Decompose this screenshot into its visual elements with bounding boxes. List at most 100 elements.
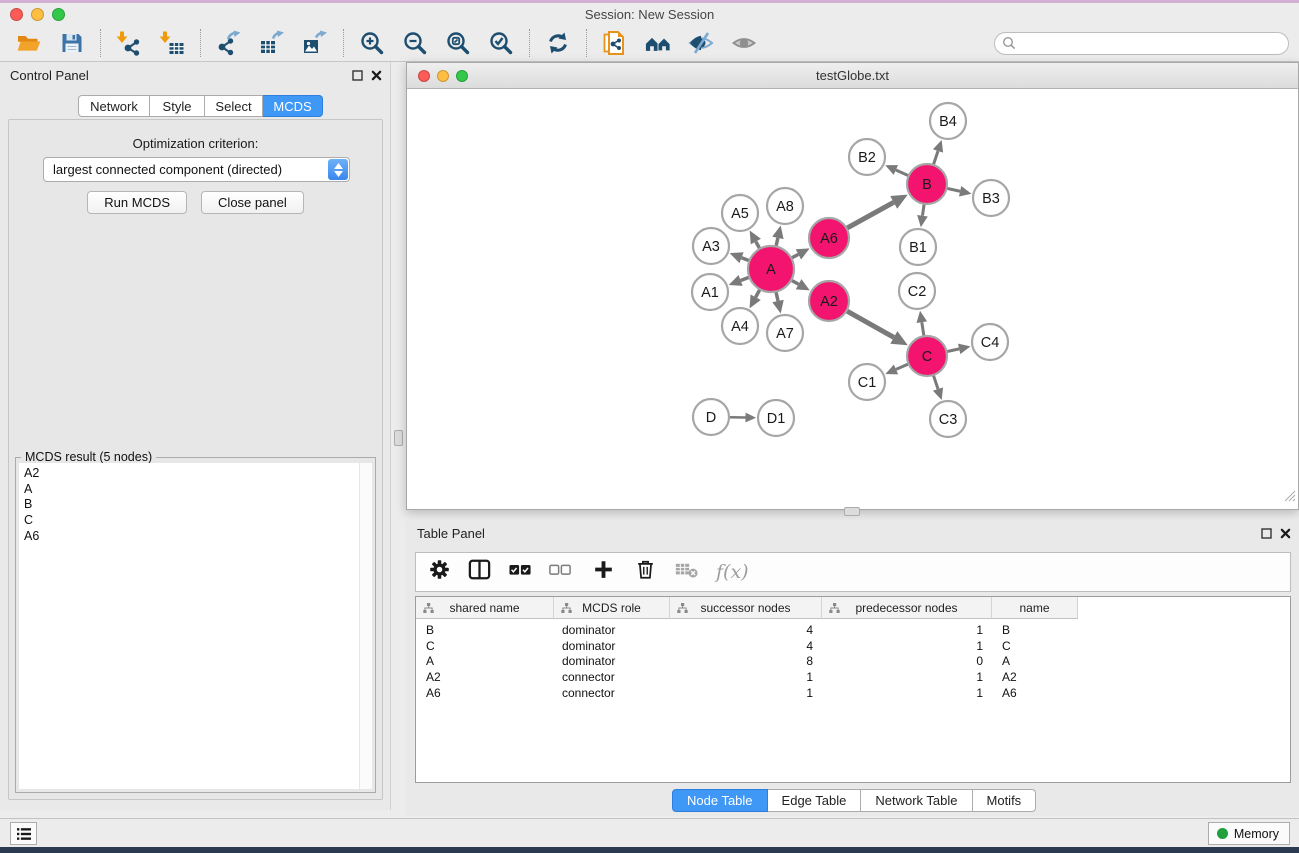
graph-node-A4[interactable]: A4 xyxy=(722,308,758,344)
run-mcds-button[interactable]: Run MCDS xyxy=(87,191,187,214)
export-image-icon[interactable] xyxy=(302,30,328,56)
graph-node-A7[interactable]: A7 xyxy=(767,315,803,351)
graph-node-B[interactable]: B xyxy=(907,164,947,204)
tab-node-table[interactable]: Node Table xyxy=(672,789,768,812)
graph-node-A8[interactable]: A8 xyxy=(767,188,803,224)
resize-grip-icon[interactable] xyxy=(1283,489,1296,507)
column-header-mcds-role[interactable]: MCDS role xyxy=(554,597,670,619)
graph-node-B3[interactable]: B3 xyxy=(973,180,1009,216)
table-settings-gear-icon[interactable] xyxy=(429,559,450,585)
dropdown-stepper-icon xyxy=(328,159,348,180)
optimization-criterion-dropdown[interactable]: largest connected component (directed) xyxy=(43,157,350,182)
zoom-selected-icon[interactable] xyxy=(488,30,514,56)
tab-motifs[interactable]: Motifs xyxy=(973,789,1037,812)
column-header-name[interactable]: name xyxy=(992,597,1078,619)
list-item[interactable]: A xyxy=(19,482,372,498)
tab-select[interactable]: Select xyxy=(205,95,263,117)
hide-selected-icon[interactable] xyxy=(688,30,714,56)
tab-network[interactable]: Network xyxy=(78,95,150,117)
close-panel-button[interactable]: Close panel xyxy=(201,191,304,214)
graph-node-A1[interactable]: A1 xyxy=(692,274,728,310)
graph-node-C4[interactable]: C4 xyxy=(972,324,1008,360)
vertical-splitter-grip[interactable] xyxy=(394,430,403,446)
toggle-graphics-details-icon[interactable] xyxy=(731,30,757,56)
graph-node-A2[interactable]: A2 xyxy=(809,281,849,321)
add-column-icon[interactable] xyxy=(593,559,614,585)
list-item[interactable]: A2 xyxy=(19,466,372,482)
status-bar: Memory xyxy=(0,818,1299,847)
graph-node-A5[interactable]: A5 xyxy=(722,195,758,231)
table-panel: Table Panel f(x) shared name MCDS role s… xyxy=(406,520,1299,816)
graph-node-A6[interactable]: A6 xyxy=(809,218,849,258)
table-row[interactable]: Cdominator41C xyxy=(416,639,1290,655)
search-input[interactable] xyxy=(994,32,1289,55)
column-header-shared-name[interactable]: shared name xyxy=(416,597,554,619)
graph-node-B1[interactable]: B1 xyxy=(900,229,936,265)
tab-network-table[interactable]: Network Table xyxy=(861,789,972,812)
tab-mcds[interactable]: MCDS xyxy=(263,95,323,117)
column-header-predecessor-nodes[interactable]: predecessor nodes xyxy=(822,597,992,619)
svg-text:A2: A2 xyxy=(820,294,838,310)
task-history-button[interactable] xyxy=(10,822,37,845)
export-network-icon[interactable] xyxy=(216,30,242,56)
list-item[interactable]: C xyxy=(19,513,372,529)
graph-node-D[interactable]: D xyxy=(693,399,729,435)
tab-edge-table[interactable]: Edge Table xyxy=(768,789,862,812)
float-table-panel-icon[interactable] xyxy=(1261,526,1272,544)
list-item[interactable]: A6 xyxy=(19,529,372,545)
graph-node-A[interactable]: A xyxy=(748,246,794,292)
open-session-icon[interactable] xyxy=(16,30,42,56)
close-panel-icon[interactable] xyxy=(371,68,382,86)
column-type-icon xyxy=(561,603,572,617)
mcds-result-title: MCDS result (5 nodes) xyxy=(21,450,156,464)
mcds-result-list[interactable]: A2 A B C A6 xyxy=(19,463,372,789)
deselect-all-icon[interactable] xyxy=(549,563,571,581)
float-panel-icon[interactable] xyxy=(352,68,363,86)
network-view-window: testGlobe.txt B4 B2 B B3 A5 A8A6 A3 A B1 A1 C2 A2 A4… xyxy=(406,62,1299,510)
show-all-networks-icon[interactable] xyxy=(645,30,671,56)
list-item[interactable]: B xyxy=(19,497,372,513)
svg-text:A1: A1 xyxy=(701,285,719,301)
memory-button[interactable]: Memory xyxy=(1208,822,1290,845)
show-columns-icon[interactable] xyxy=(468,559,491,585)
function-builder-icon[interactable]: f(x) xyxy=(716,561,749,583)
svg-text:A: A xyxy=(766,262,776,278)
network-window-titlebar: testGlobe.txt xyxy=(407,63,1298,89)
table-row[interactable]: A6connector11A6 xyxy=(416,686,1290,702)
import-network-icon[interactable] xyxy=(116,30,142,56)
graph-node-B2[interactable]: B2 xyxy=(849,139,885,175)
select-all-icon[interactable] xyxy=(509,563,531,581)
table-row[interactable]: A2connector11A2 xyxy=(416,670,1290,686)
network-canvas[interactable]: B4 B2 B B3 A5 A8A6 A3 A B1 A1 C2 A2 A4 A7 C4 C C1 C3 D D1 xyxy=(407,89,1298,509)
graph-node-C3[interactable]: C3 xyxy=(930,401,966,437)
graph-node-C2[interactable]: C2 xyxy=(899,273,935,309)
table-row[interactable]: Bdominator41B xyxy=(416,623,1290,639)
svg-text:A3: A3 xyxy=(702,239,720,255)
graph-node-C[interactable]: C xyxy=(907,336,947,376)
column-header-successor-nodes[interactable]: successor nodes xyxy=(670,597,822,619)
save-session-icon[interactable] xyxy=(59,30,85,56)
svg-text:A5: A5 xyxy=(731,206,749,222)
zoom-in-icon[interactable] xyxy=(359,30,385,56)
graph-node-C1[interactable]: C1 xyxy=(849,364,885,400)
table-row[interactable]: Adominator80A xyxy=(416,654,1290,670)
zoom-out-icon[interactable] xyxy=(402,30,428,56)
import-table-icon[interactable] xyxy=(159,30,185,56)
list-scrollbar[interactable] xyxy=(359,463,372,789)
delete-column-icon[interactable] xyxy=(636,559,655,585)
clone-network-icon[interactable] xyxy=(602,30,628,56)
export-table-icon[interactable] xyxy=(259,30,285,56)
zoom-fit-icon[interactable] xyxy=(445,30,471,56)
graph-node-A3[interactable]: A3 xyxy=(693,228,729,264)
svg-text:A7: A7 xyxy=(776,326,794,342)
delete-table-icon[interactable] xyxy=(675,561,698,584)
graph-node-D1[interactable]: D1 xyxy=(758,400,794,436)
graph-node-B4[interactable]: B4 xyxy=(930,103,966,139)
horizontal-splitter-grip[interactable] xyxy=(844,507,860,516)
svg-text:C2: C2 xyxy=(908,284,927,300)
refresh-icon[interactable] xyxy=(545,30,571,56)
table-body: Bdominator41B Cdominator41C Adominator80… xyxy=(416,619,1290,701)
table-panel-tabs: Node Table Edge Table Network Table Moti… xyxy=(672,789,1036,812)
tab-style[interactable]: Style xyxy=(150,95,205,117)
close-table-panel-icon[interactable] xyxy=(1280,526,1291,544)
